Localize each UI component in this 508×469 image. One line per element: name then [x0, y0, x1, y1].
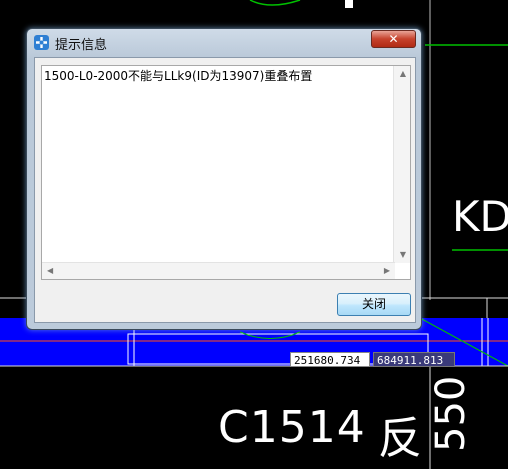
scroll-up-icon[interactable]: ▲ [400, 70, 406, 78]
message-text: 1500-L0-2000不能与LLk9(ID为13907)重叠布置 [44, 69, 313, 83]
cad-label-550: 550 [428, 375, 474, 452]
horizontal-scrollbar[interactable]: ◀ ▶ [42, 262, 395, 279]
scroll-left-icon[interactable]: ◀ [47, 267, 53, 275]
message-textbox[interactable]: 1500-L0-2000不能与LLk9(ID为13907)重叠布置 ▲ ▼ ◀ … [41, 65, 411, 280]
cad-label-fan: 反 [378, 413, 422, 464]
close-dialog-button[interactable]: 关闭 [337, 293, 411, 316]
app-icon [34, 35, 49, 50]
close-icon: ✕ [388, 32, 399, 46]
dialog-titlebar[interactable]: 提示信息 ✕ [27, 29, 421, 55]
cad-label-kd: KD [452, 192, 508, 241]
scroll-right-icon[interactable]: ▶ [384, 267, 390, 275]
message-dialog: 提示信息 ✕ 1500-L0-2000不能与LLk9(ID为13907)重叠布置… [26, 28, 422, 330]
dialog-title: 提示信息 [55, 38, 108, 53]
dialog-body: 1500-L0-2000不能与LLk9(ID为13907)重叠布置 ▲ ▼ ◀ … [34, 57, 416, 323]
coordinate-x-input[interactable]: 251680.734 [290, 352, 370, 367]
scroll-down-icon[interactable]: ▼ [400, 251, 406, 259]
cad-label-c1514: C1514 [218, 402, 366, 453]
vertical-scrollbar[interactable]: ▲ ▼ [393, 66, 410, 263]
coordinate-y-input[interactable]: 684911.813 [373, 352, 455, 367]
close-button[interactable]: ✕ [371, 30, 416, 48]
